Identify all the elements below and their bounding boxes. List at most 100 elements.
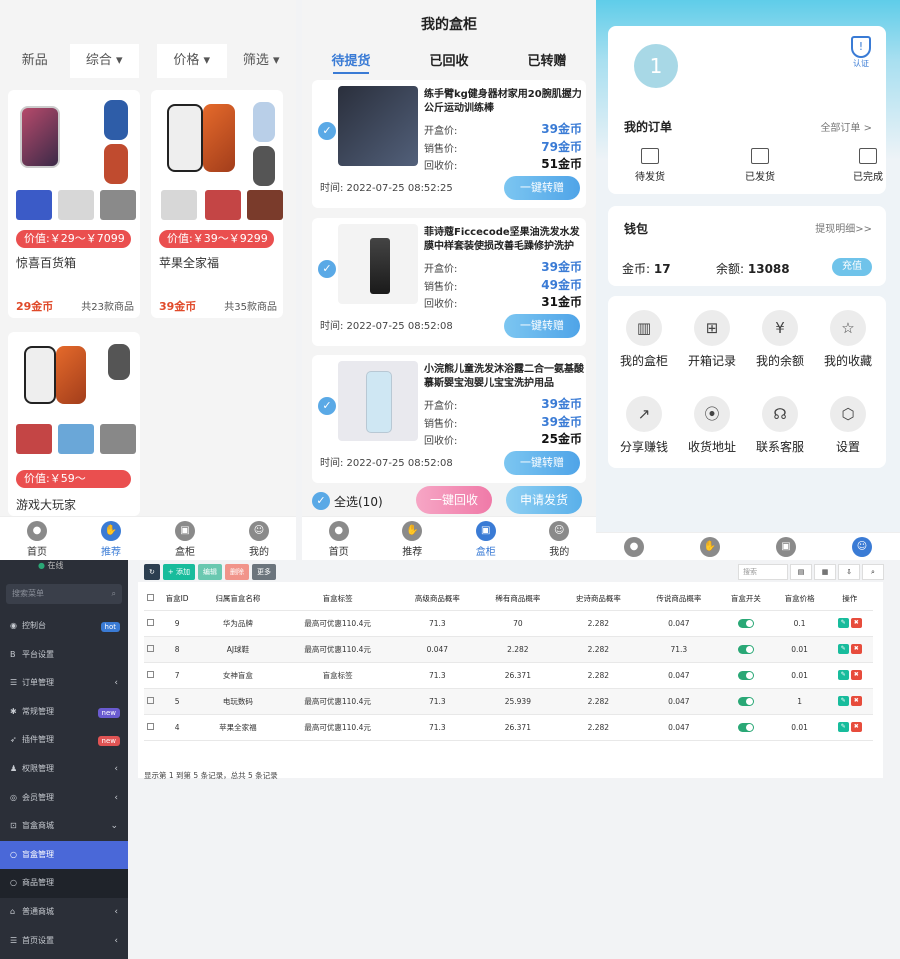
menu-general[interactable]: ✱ 常规管理 new [0,698,128,727]
edit-button[interactable]: 编辑 [197,564,222,580]
menu-normal-mall[interactable]: ⌂ 普通商城 ‹ [0,898,128,927]
menu-permissions[interactable]: ♟ 权限管理 ‹ [0,755,128,784]
select-all[interactable]: ✓ 全选(10) [312,492,383,510]
product-card[interactable]: 价值:￥29～￥7099 惊喜百货箱 29金币 共23款商品 [8,90,140,318]
wallet-title: 钱包 [624,222,649,236]
check-icon[interactable]: ✓ [318,260,336,278]
select-all-checkbox[interactable] [144,588,157,611]
filter-overall[interactable]: 综合 ▾ [69,44,139,78]
tab-home[interactable]: ●首页 [302,517,376,560]
grid-service[interactable]: ☊ 联系客服 [746,396,814,455]
menu-blindbox-manage[interactable]: ○ 盲盒管理 [0,840,128,870]
tab-recycled[interactable]: 已回收 [400,50,498,74]
tab-gifted[interactable]: 已转赠 [498,50,596,74]
order-pending[interactable]: 待发货 [620,148,680,183]
product-card[interactable]: 价值:￥39～￥9299 苹果全家福 39金币 共35款商品 [151,90,283,318]
product-card[interactable]: 价值:￥59～￥24999 游戏大玩家 [8,332,140,516]
tab-home[interactable]: ●首页 [0,517,74,560]
table-search-input[interactable]: 搜索 [738,564,788,580]
export-icon[interactable]: ⇩ [838,564,860,580]
product-count: 共23款商品 [81,302,134,313]
grid-balance[interactable]: ¥ 我的余额 [746,310,814,369]
order-done[interactable]: 已完成 [838,148,898,183]
verify-badge[interactable]: ! 认证 [848,36,874,69]
tab-cabinet[interactable]: ▣盒柜 [449,517,523,560]
table-row[interactable]: 4 苹果全家福 最高可优惠110.4元 71.3 26.371 2.282 0.047 0.0… [144,714,873,741]
grid-my-cabinet[interactable]: ▥ 我的盒柜 [610,310,678,369]
trash-icon[interactable]: ✖ [850,644,862,654]
order-shipped[interactable]: 已发货 [730,148,790,183]
edit-icon[interactable]: ✎ [837,670,849,680]
menu-members[interactable]: ◎ 会员管理 ‹ [0,784,128,813]
switch-toggle[interactable] [719,636,773,663]
tab-mine[interactable]: ☺我的 [222,517,296,560]
row-checkbox[interactable] [144,636,157,663]
table-row[interactable]: 5 电玩数码 最高可优惠110.4元 71.3 25.939 2.282 0.047 1 ✎ ✖ [144,688,873,715]
ship-button[interactable]: 申请发货 [506,486,582,514]
menu-orders[interactable]: ☰ 订单管理 ‹ [0,669,128,698]
gift-button[interactable]: 一键转赠 [504,176,580,200]
row-checkbox[interactable] [144,688,157,715]
withdraw-link[interactable]: 提现明细>> [815,220,872,235]
switch-toggle[interactable] [719,714,773,741]
columns-icon[interactable]: ▦ [814,564,836,580]
row-checkbox[interactable] [144,610,157,637]
check-icon[interactable]: ✓ [318,122,336,140]
edit-icon[interactable]: ✎ [837,644,849,654]
refresh-button[interactable]: ↻ [144,564,160,580]
menu-dashboard[interactable]: ◉ 控制台 hot [0,612,128,641]
trash-icon[interactable]: ✖ [850,722,862,732]
headset-icon: ☊ [762,396,798,432]
delete-button[interactable]: 删除 [224,564,249,580]
table-row[interactable]: 9 华为品牌 最高可优惠110.4元 71.3 70 2.282 0.047 0.1 ✎ ✖ [144,610,873,637]
menu-blindbox-mall[interactable]: ⊡ 盲盒商城 ⌄ [0,812,128,841]
grid-open-record[interactable]: ⊞ 开箱记录 [678,310,746,369]
add-button[interactable]: + 添加 [162,564,195,580]
menu-home-settings[interactable]: ☰ 首页设置 ‹ [0,927,128,956]
actions: ✎ ✖ [826,610,873,637]
trash-icon[interactable]: ✖ [850,670,862,680]
row-checkbox[interactable] [144,714,157,741]
filter-price[interactable]: 价格 ▾ [157,44,227,78]
tab-recommend[interactable]: ✋推荐 [376,517,450,560]
trash-icon[interactable]: ✖ [850,696,862,706]
grid-share[interactable]: ↗ 分享赚钱 [610,396,678,455]
edit-icon[interactable]: ✎ [837,618,849,628]
more-button[interactable]: 更多 [251,564,276,580]
gift-button[interactable]: 一键转赠 [504,314,580,338]
edit-icon[interactable]: ✎ [837,722,849,732]
tab-cabinet[interactable]: ▣盒柜 [148,517,222,560]
switch-toggle[interactable] [719,688,773,715]
grid-favorites[interactable]: ☆ 我的收藏 [814,310,882,369]
toggle-view-icon[interactable]: ▤ [790,564,812,580]
table-row[interactable]: 7 女神盲盒 盲盒标签 71.3 26.371 2.282 0.047 0.01 ✎ ✖ [144,662,873,689]
gift-button[interactable]: 一键转赠 [504,451,580,475]
filter-screen[interactable]: 筛选 ▾ [227,44,297,78]
menu-goods-manage[interactable]: ○ 商品管理 [0,869,128,898]
table-cell: 7 [156,662,198,689]
check-icon[interactable]: ✓ [318,397,336,415]
row-checkbox[interactable] [144,662,157,689]
search-icon[interactable]: ⌕ [862,564,884,580]
menu-plugins[interactable]: ➶ 插件管理 new [0,726,128,755]
tab-pending[interactable]: 待提货 [302,50,400,74]
trash-icon[interactable]: ✖ [850,618,862,628]
filter-new[interactable]: 新品 [0,44,70,78]
menu-platform[interactable]: B 平台设置 [0,641,128,670]
grid-address[interactable]: ⦿ 收货地址 [678,396,746,455]
recharge-button[interactable]: 充值 [832,258,872,276]
recycle-all-button[interactable]: 一键回收 [416,486,492,514]
tab-recommend[interactable]: ✋推荐 [74,517,148,560]
menu-search-input[interactable]: 搜索菜单 ⌕ [6,584,122,604]
tab-mine[interactable]: ☺我的 [523,517,597,560]
edit-icon[interactable]: ✎ [837,696,849,706]
admin-main: ↻ + 添加 编辑 删除 更多 搜索 ▤ ▦ ⇩ ⌕ 盲盒ID 归属盲盒名称 盲… [128,560,900,959]
grid-settings[interactable]: ⬡ 设置 [814,396,882,455]
switch-toggle[interactable] [719,610,773,637]
table-row[interactable]: 8 AJ球鞋 最高可优惠110.4元 0.047 2.282 2.282 71.3 0.01 ✎… [144,636,873,663]
bottom-tab-bar: ●首页 ✋推荐 ▣盒柜 ☺我的 [0,516,296,560]
avatar[interactable]: 1 [634,44,678,88]
all-orders-link[interactable]: 全部订单 > [820,119,872,134]
switch-toggle[interactable] [719,662,773,689]
table-tools: 搜索 ▤ ▦ ⇩ ⌕ [738,564,884,580]
